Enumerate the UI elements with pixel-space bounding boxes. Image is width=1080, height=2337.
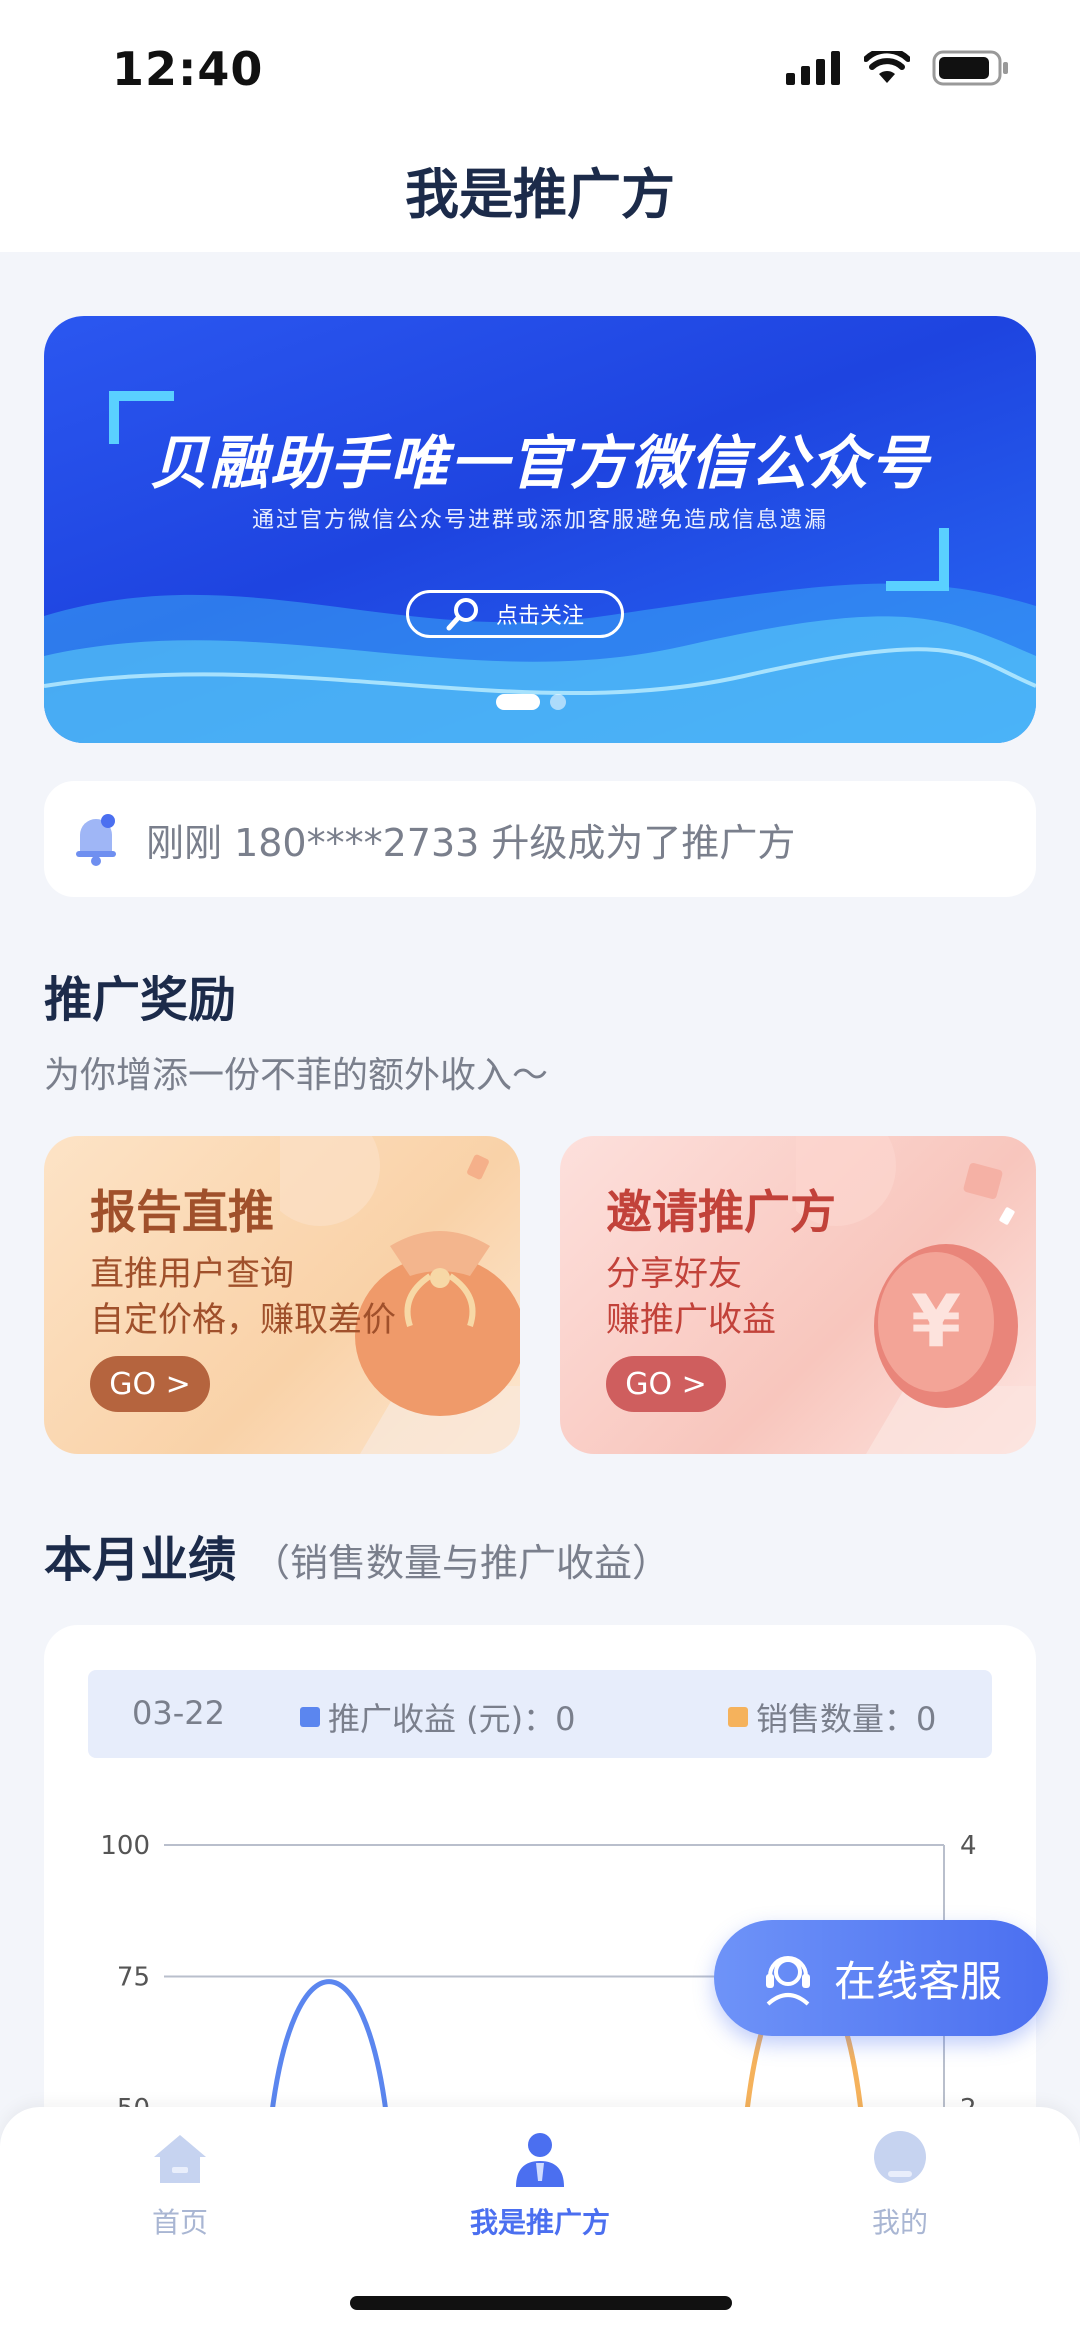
online-service-button[interactable]: 在线客服 (714, 1920, 1048, 2036)
invite-go-button[interactable]: GO > (606, 1356, 726, 1412)
report-go-button[interactable]: GO > (90, 1356, 210, 1412)
carousel-indicator (496, 694, 566, 710)
legend-sales: 销售数量：0 (728, 1694, 936, 1740)
legend-income-label: 推广收益 (元)：0 (328, 1700, 576, 1738)
performance-title-text: 本月业绩 (44, 1532, 237, 1588)
wifi-icon (864, 51, 910, 83)
rewards-title: 推广奖励 (44, 972, 237, 1028)
page-title: 我是推广方 (405, 163, 675, 226)
income-swatch (300, 1707, 320, 1727)
carousel-dot-active (496, 694, 540, 710)
carousel-dot (550, 694, 566, 710)
promoter-icon (516, 2133, 564, 2187)
banner-subtitle: 通过官方微信公众号进群或添加客服避免造成信息遗漏 (251, 508, 828, 533)
signal-icon (786, 51, 840, 85)
banner-title: 贝融助手唯一官方微信公众号 (149, 429, 930, 497)
home-icon (154, 2135, 206, 2183)
chart-tick-right: 4 (960, 1831, 977, 1861)
search-icon (446, 598, 478, 631)
status-time: 12:40 (112, 42, 264, 96)
upgrade-notice: 刚刚 180****2733 升级成为了推广方 (44, 781, 1036, 897)
performance-note: （销售数量与推广收益） (252, 1541, 671, 1585)
tab-home[interactable]: 首页 (70, 2127, 290, 2241)
invite-card-line1: 分享好友 (606, 1254, 742, 1294)
tab-home-label: 首页 (151, 2206, 208, 2239)
report-card-title: 报告直推 (90, 1185, 274, 1239)
status-icons (786, 50, 1010, 86)
notice-text: 刚刚 180****2733 升级成为了推广方 (146, 820, 796, 865)
follow-button-label: 点击关注 (495, 604, 584, 629)
profile-icon (874, 2131, 926, 2183)
invite-card-line2: 赚推广收益 (606, 1300, 776, 1340)
legend-date: 03-22 (132, 1694, 225, 1732)
chart-series-line (269, 1979, 389, 2115)
tab-mine-label: 我的 (871, 2206, 928, 2239)
battery-icon (932, 50, 1008, 86)
chart-tick-left: 75 (117, 1963, 150, 1993)
chart-legend: 03-22 推广收益 (元)：0 销售数量：0 (88, 1670, 992, 1758)
online-service-label: 在线客服 (834, 1956, 1003, 2006)
tab-mine[interactable]: 我的 (790, 2127, 1010, 2241)
legend-income: 推广收益 (元)：0 (300, 1694, 576, 1740)
chart-tick-left: 100 (100, 1831, 150, 1861)
svg-text:¥: ¥ (911, 1279, 961, 1363)
report-card-line2: 自定价格，赚取差价 (90, 1300, 396, 1340)
invite-promo-card[interactable]: ¥ 邀请推广方 分享好友 赚推广收益 GO > (560, 1136, 1036, 1454)
headset-icon (766, 1956, 810, 2006)
follow-button[interactable]: 点击关注 (406, 590, 624, 638)
invite-card-title: 邀请推广方 (606, 1185, 836, 1239)
report-promo-card[interactable]: 报告直推 直推用户查询 自定价格，赚取差价 GO > (44, 1136, 520, 1454)
nav-bar: 我是推广方 (0, 130, 1080, 252)
performance-title: 本月业绩 （销售数量与推广收益） (44, 1520, 670, 1590)
status-bar: 12:40 (0, 0, 1080, 130)
report-card-line1: 直推用户查询 (90, 1254, 294, 1294)
tab-promoter[interactable]: 我是推广方 (430, 2127, 650, 2241)
tab-promoter-label: 我是推广方 (469, 2206, 610, 2239)
home-indicator (350, 2296, 732, 2310)
rewards-subtitle: 为你增添一份不菲的额外收入～ (44, 1055, 549, 1096)
banner-carousel[interactable]: 贝融助手唯一官方微信公众号 通过官方微信公众号进群或添加客服避免造成信息遗漏 点… (44, 316, 1036, 743)
bell-icon (76, 814, 116, 866)
sales-swatch (728, 1707, 748, 1727)
legend-sales-label: 销售数量：0 (756, 1700, 937, 1738)
